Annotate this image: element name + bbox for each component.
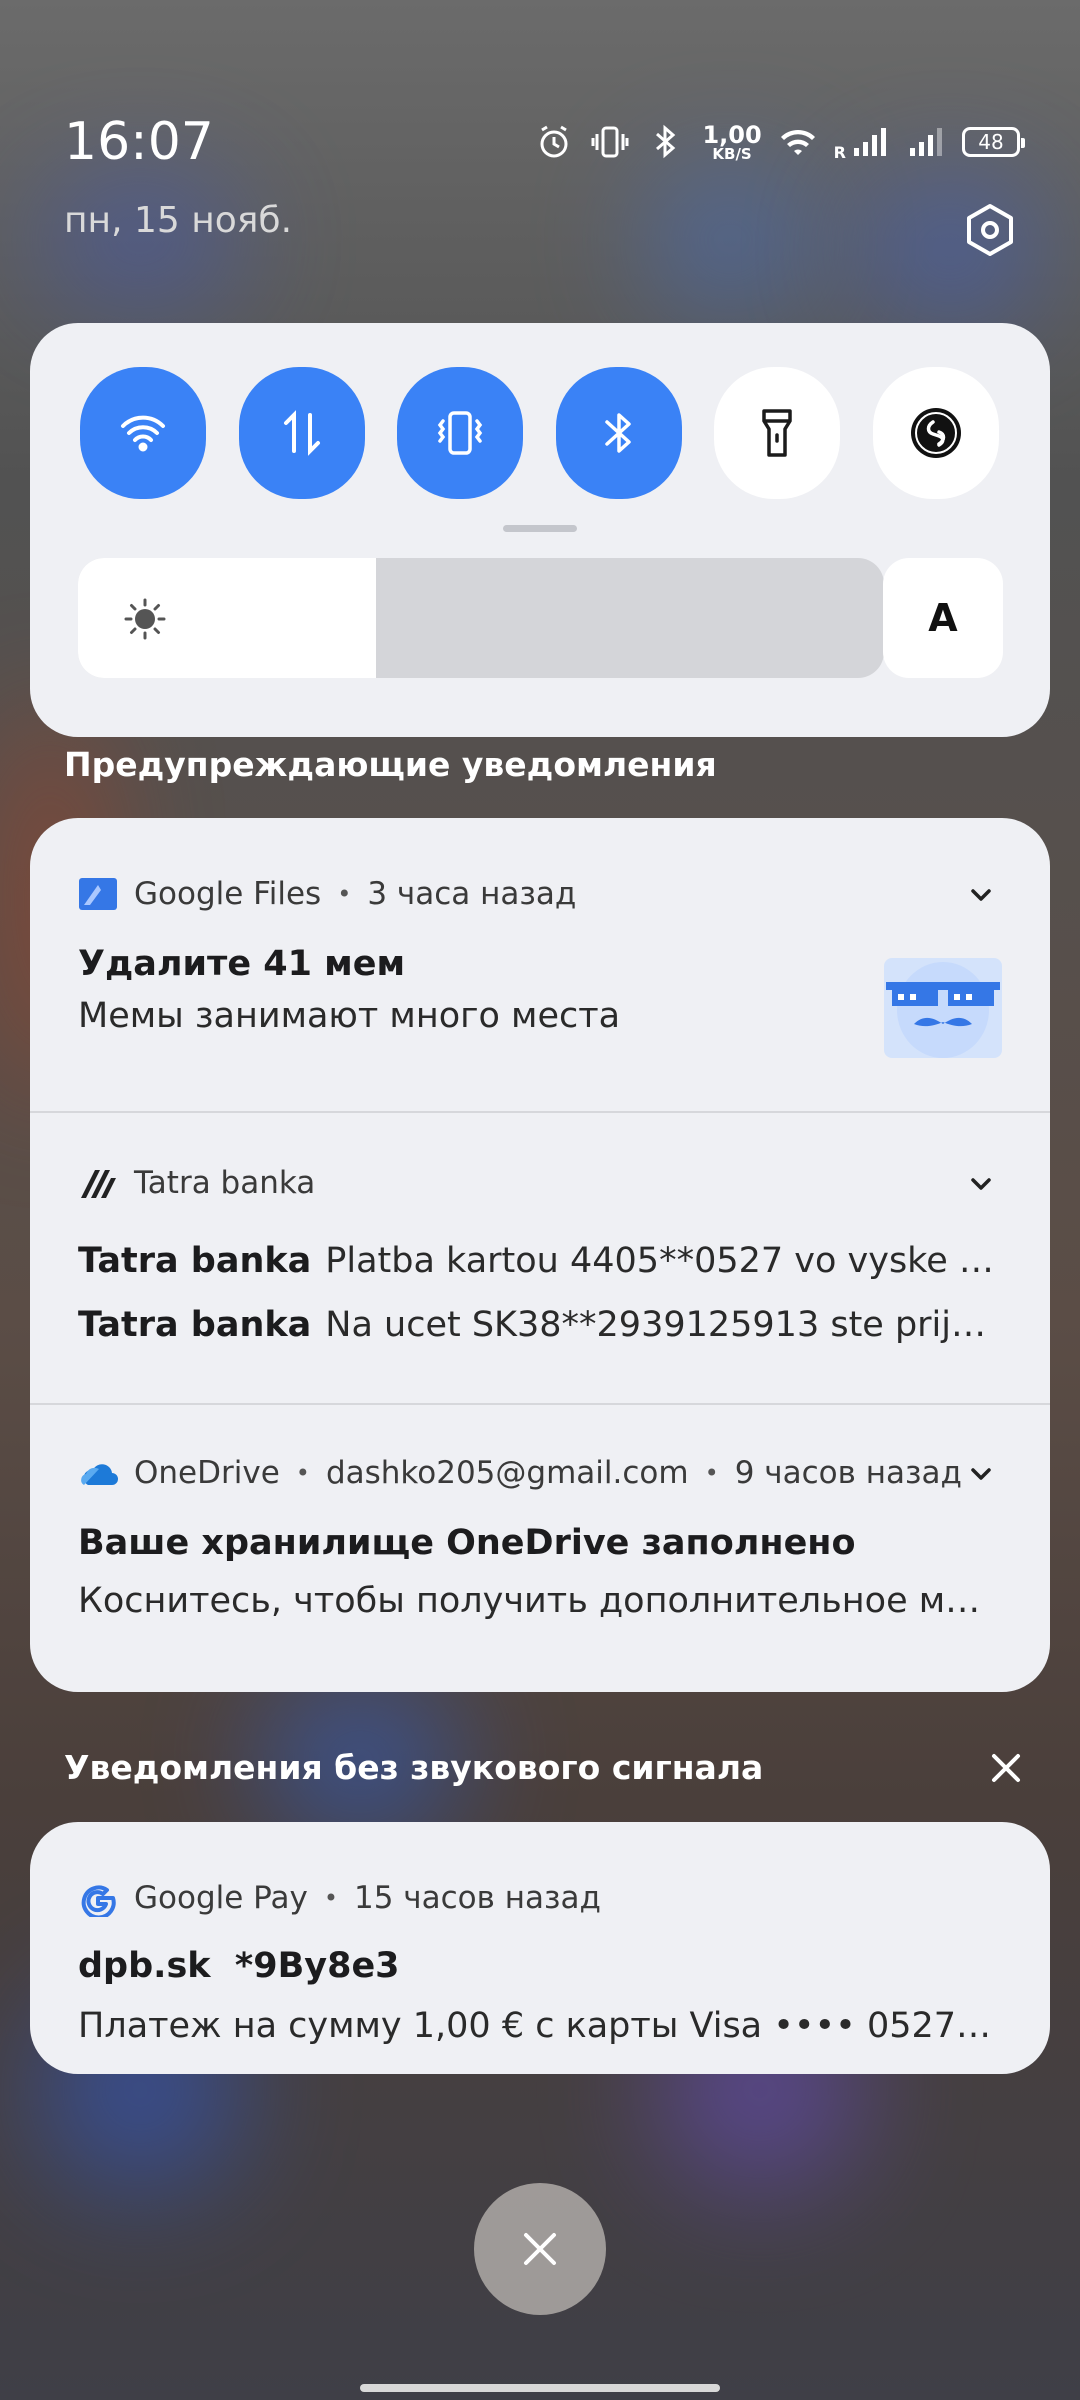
quick-settings-panel: A bbox=[30, 323, 1050, 737]
notification-time: 15 часов назад bbox=[353, 1880, 601, 1916]
network-speed: 1,00 KB/S bbox=[702, 123, 761, 162]
alerting-section-title: Предупреждающие уведомления bbox=[64, 745, 717, 784]
google-files-icon bbox=[78, 874, 118, 914]
roaming-indicator: R bbox=[833, 143, 846, 162]
flashlight-toggle[interactable] bbox=[714, 367, 840, 499]
alarm-icon bbox=[534, 122, 574, 162]
signal-icon bbox=[850, 122, 890, 162]
data-transfer-icon bbox=[284, 410, 320, 456]
wifi-icon bbox=[778, 122, 818, 162]
silent-section-title: Уведомления без звукового сигнала bbox=[64, 1748, 764, 1787]
separator-dot: • bbox=[323, 1884, 338, 1912]
notification-title: Удалите 41 мем bbox=[78, 944, 406, 984]
brightness-icon bbox=[124, 598, 166, 640]
vibrate-icon bbox=[590, 122, 630, 162]
meme-thumbnail bbox=[884, 958, 1002, 1058]
chevron-down-icon[interactable] bbox=[966, 1459, 996, 1489]
close-icon bbox=[524, 2233, 556, 2265]
account-email: dashko205@gmail.com bbox=[325, 1455, 689, 1491]
wifi-icon bbox=[121, 415, 165, 452]
network-speed-unit: KB/S bbox=[712, 144, 752, 163]
notification-text: Коснитесь, чтобы получить дополнительное… bbox=[78, 1581, 996, 1621]
notification-google-pay[interactable]: Google Pay • 15 часов назад dpb.sk *9By8… bbox=[30, 1822, 1050, 2074]
vibrate-icon bbox=[437, 411, 483, 455]
message-sender: Tatra banka bbox=[78, 1241, 312, 1281]
notification-time: 9 часов назад bbox=[734, 1455, 962, 1491]
clear-all-button[interactable] bbox=[474, 2183, 606, 2315]
status-icons: 1,00 KB/S R 48 bbox=[534, 122, 1025, 162]
app-name: Google Pay bbox=[134, 1880, 308, 1916]
close-icon bbox=[992, 1754, 1020, 1782]
app-name: Tatra banka bbox=[134, 1165, 316, 1201]
message-text: Platba kartou 4405**0527 vo vyske 5,2… bbox=[325, 1241, 996, 1281]
tatra-banka-icon bbox=[78, 1163, 118, 1203]
battery-level: 48 bbox=[978, 130, 1004, 154]
clock: 16:07 bbox=[64, 112, 214, 172]
notification-header: Google Pay • 15 часов назад bbox=[78, 1878, 601, 1918]
flashlight-icon bbox=[762, 409, 792, 457]
app-name: OneDrive bbox=[134, 1455, 280, 1491]
drag-handle[interactable] bbox=[503, 525, 577, 532]
shazam-toggle[interactable] bbox=[873, 367, 999, 499]
notification-onedrive[interactable]: OneDrive • dashko205@gmail.com • 9 часов… bbox=[30, 1405, 1050, 1692]
dismiss-silent-button[interactable] bbox=[986, 1748, 1026, 1788]
navigation-bar-handle[interactable] bbox=[360, 2384, 720, 2392]
battery-icon: 48 bbox=[962, 127, 1025, 157]
notification-header: OneDrive • dashko205@gmail.com • 9 часов… bbox=[78, 1453, 962, 1493]
silent-notifications-card: Google Pay • 15 часов назад dpb.sk *9By8… bbox=[30, 1822, 1050, 2074]
date: пн, 15 нояб. bbox=[64, 200, 293, 241]
notification-text: Платеж на сумму 1,00 € с карты Visa ••••… bbox=[78, 2006, 996, 2046]
notification-text: Мемы занимают много места bbox=[78, 996, 621, 1036]
message-sender: Tatra banka bbox=[78, 1305, 312, 1345]
brightness-fill bbox=[78, 558, 377, 678]
notification-tatra-banka[interactable]: Tatra banka Tatra banka Platba kartou 440… bbox=[30, 1113, 1050, 1403]
notification-title: Ваше хранилище OneDrive заполнено bbox=[78, 1523, 856, 1563]
bluetooth-icon bbox=[605, 413, 631, 453]
bluetooth-toggle[interactable] bbox=[556, 367, 682, 499]
notification-header: Tatra banka bbox=[78, 1163, 315, 1203]
mobile-data-toggle[interactable] bbox=[239, 367, 365, 499]
notification-time: 3 часа назад bbox=[367, 876, 577, 912]
auto-brightness-button[interactable]: A bbox=[883, 558, 1003, 678]
separator-dot: • bbox=[295, 1459, 310, 1487]
chevron-down-icon[interactable] bbox=[966, 1169, 996, 1199]
app-name: Google Files bbox=[134, 876, 322, 912]
wallpaper-blob bbox=[650, 170, 810, 310]
shazam-icon bbox=[911, 408, 961, 458]
notification-title: dpb.sk *9By8e3 bbox=[78, 1946, 400, 1986]
network-speed-value: 1,00 bbox=[702, 120, 762, 149]
separator-dot: • bbox=[337, 880, 352, 908]
message-line: Tatra banka Na ucet SK38**2939125913 ste … bbox=[78, 1305, 996, 1345]
notification-google-files[interactable]: Google Files • 3 часа назад Удалите 41 м… bbox=[30, 818, 1050, 1111]
settings-button[interactable] bbox=[962, 202, 1018, 258]
google-pay-icon bbox=[78, 1878, 118, 1918]
vibrate-toggle[interactable] bbox=[397, 367, 523, 499]
separator-dot: • bbox=[704, 1459, 719, 1487]
signal-icon bbox=[906, 122, 946, 162]
notification-header: Google Files • 3 часа назад bbox=[78, 874, 576, 914]
chevron-down-icon[interactable] bbox=[966, 880, 996, 910]
message-text: Na ucet SK38**2939125913 ste prijali… bbox=[325, 1305, 996, 1345]
onedrive-icon bbox=[78, 1453, 118, 1493]
alerting-notifications-card: Google Files • 3 часа назад Удалите 41 м… bbox=[30, 818, 1050, 1692]
brightness-slider[interactable] bbox=[78, 558, 884, 678]
message-line: Tatra banka Platba kartou 4405**0527 vo v… bbox=[78, 1241, 996, 1281]
bluetooth-icon bbox=[646, 122, 686, 162]
wifi-toggle[interactable] bbox=[80, 367, 206, 499]
